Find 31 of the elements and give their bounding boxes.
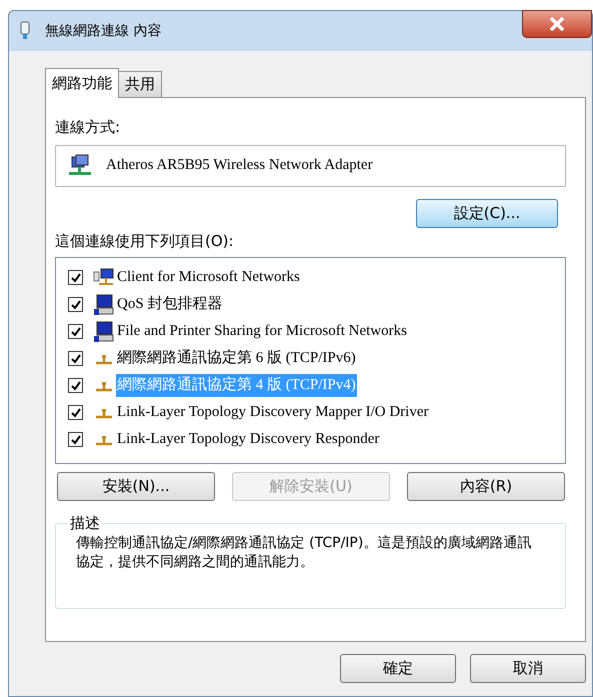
checkbox[interactable] — [68, 405, 83, 420]
close-button[interactable] — [522, 10, 592, 38]
checkbox[interactable] — [68, 324, 83, 339]
tab[interactable]: 網路功能 — [45, 68, 119, 98]
checkbox[interactable] — [68, 351, 83, 366]
item-action-button[interactable]: 內容(R) — [407, 472, 565, 501]
list-item[interactable]: Link-Layer Topology Discovery Mapper I/O Driver — [116, 401, 430, 424]
checkbox[interactable] — [68, 432, 83, 447]
computer-icon — [93, 320, 115, 342]
list-item[interactable]: Link-Layer Topology Discovery Responder — [116, 428, 380, 451]
description-text: 傳輸控制通訊協定/網際網路通訊協定 (TCP/IP)。這是預設的廣域網路通訊協定，提供不同網路之間的通訊能力。 — [76, 534, 532, 572]
network-adapter-icon — [68, 154, 92, 178]
items-label: 這個連線使用下列項目(O): — [55, 230, 235, 252]
checkbox[interactable] — [68, 297, 83, 312]
list-item[interactable]: 網際網路通訊協定第 6 版 (TCP/IPv6) — [116, 347, 357, 370]
list-item[interactable]: QoS 封包排程器 — [116, 293, 224, 316]
checkbox[interactable] — [68, 378, 83, 393]
dialog-button[interactable]: 確定 — [340, 654, 456, 683]
window-title: 無線網路連線 內容 — [45, 22, 162, 41]
configure-button[interactable]: 設定(C)... — [416, 198, 558, 228]
item-action-button[interactable]: 安裝(N)... — [57, 472, 215, 501]
adapter-name: Atheros AR5B95 Wireless Network Adapter — [106, 156, 373, 176]
dialog-button[interactable]: 取消 — [470, 654, 586, 683]
tab[interactable]: 共用 — [118, 71, 162, 97]
connect-using-label: 連線方式: — [55, 117, 122, 138]
computer-icon — [93, 294, 115, 316]
close-icon — [549, 17, 565, 31]
list-item[interactable]: Client for Microsoft Networks — [116, 266, 301, 289]
list-item[interactable]: File and Printer Sharing for Microsoft Networks — [116, 320, 408, 343]
network-adapter-icon — [19, 21, 31, 41]
checkbox[interactable] — [68, 270, 83, 285]
